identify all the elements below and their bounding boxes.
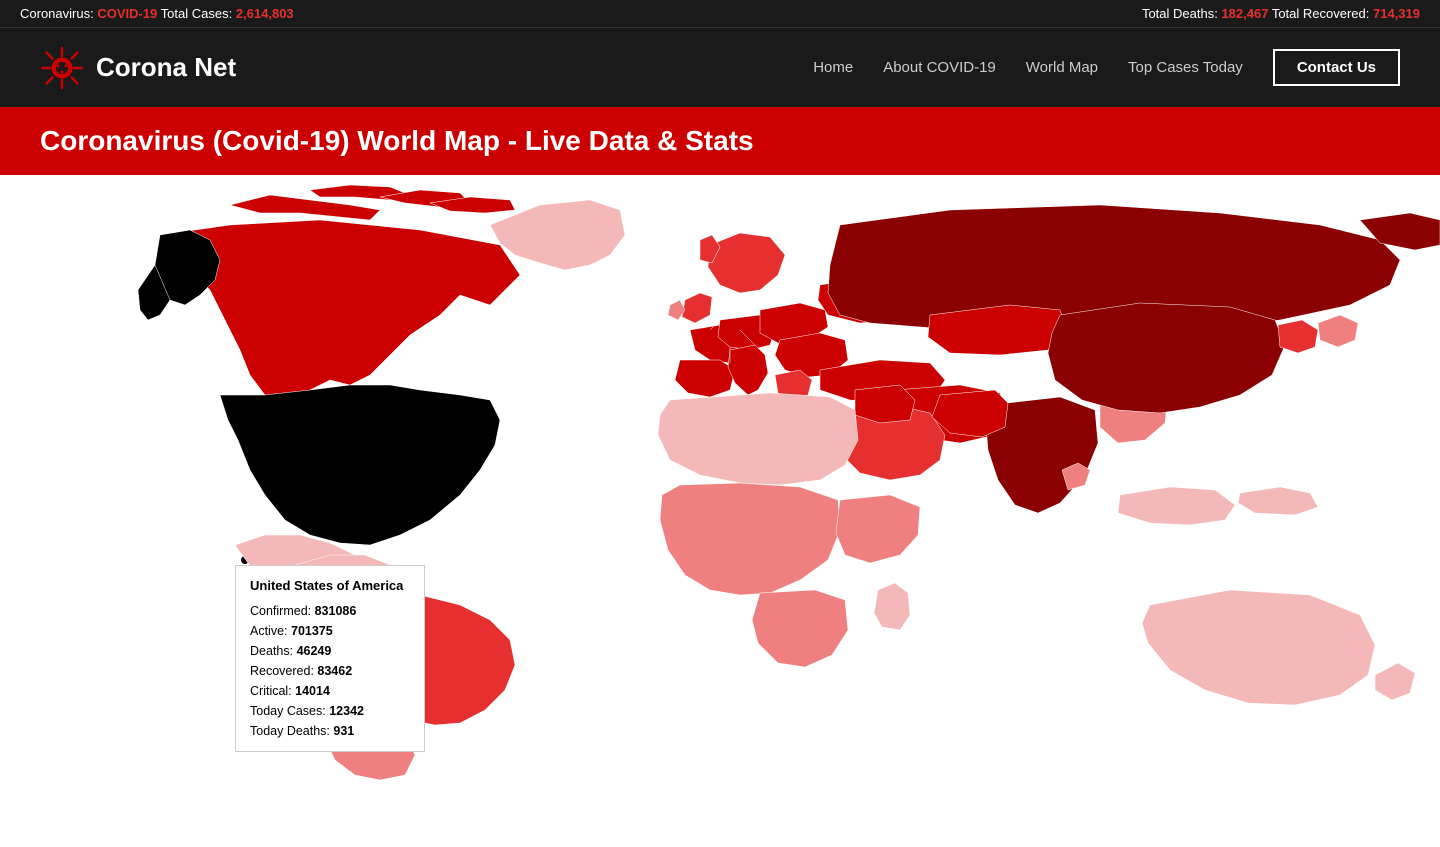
nav-world-map[interactable]: World Map — [1026, 59, 1098, 76]
country-tooltip: United States of America Confirmed: 8310… — [235, 565, 425, 752]
tooltip-today-cases: Today Cases: 12342 — [250, 701, 410, 721]
nav-top-cases[interactable]: Top Cases Today — [1128, 59, 1243, 76]
tooltip-confirmed: Confirmed: 831086 — [250, 601, 410, 621]
coronavirus-label: Coronavirus: — [20, 6, 97, 21]
ticker-bar: Coronavirus: COVID-19 Total Cases: 2,614… — [0, 0, 1440, 27]
logo-text: Corona Net — [96, 52, 236, 83]
logo-area: Corona Net — [40, 46, 236, 90]
deaths-value: 182,467 — [1221, 6, 1268, 21]
tooltip-country-name: United States of America — [250, 576, 410, 597]
map-section: United States of America Confirmed: 8310… — [0, 175, 1440, 790]
nav-about[interactable]: About COVID-19 — [883, 59, 996, 76]
logo-icon — [40, 46, 84, 90]
tooltip-recovered: Recovered: 83462 — [250, 661, 410, 681]
total-cases-value: 2,614,803 — [236, 6, 294, 21]
red-banner: Coronavirus (Covid-19) World Map - Live … — [0, 107, 1440, 175]
recovered-label: Total Recovered: — [1272, 6, 1373, 21]
tooltip-deaths: Deaths: 46249 — [250, 641, 410, 661]
tooltip-today-deaths: Today Deaths: 931 — [250, 721, 410, 741]
world-map[interactable] — [0, 175, 1440, 790]
ticker-left: Coronavirus: COVID-19 Total Cases: 2,614… — [20, 6, 294, 21]
nav-links: Home About COVID-19 World Map Top Cases … — [813, 49, 1400, 86]
tooltip-critical: Critical: 14014 — [250, 681, 410, 701]
total-cases-label: Total Cases: — [161, 6, 236, 21]
contact-us-button[interactable]: Contact Us — [1273, 49, 1400, 86]
page-title: Coronavirus (Covid-19) World Map - Live … — [40, 125, 1400, 157]
recovered-value: 714,319 — [1373, 6, 1420, 21]
covid-tag: COVID-19 — [97, 6, 157, 21]
nav-home[interactable]: Home — [813, 59, 853, 76]
ticker-right: Total Deaths: 182,467 Total Recovered: 7… — [1142, 6, 1420, 21]
tooltip-active: Active: 701375 — [250, 621, 410, 641]
deaths-label: Total Deaths: — [1142, 6, 1222, 21]
navbar: Corona Net Home About COVID-19 World Map… — [0, 27, 1440, 107]
